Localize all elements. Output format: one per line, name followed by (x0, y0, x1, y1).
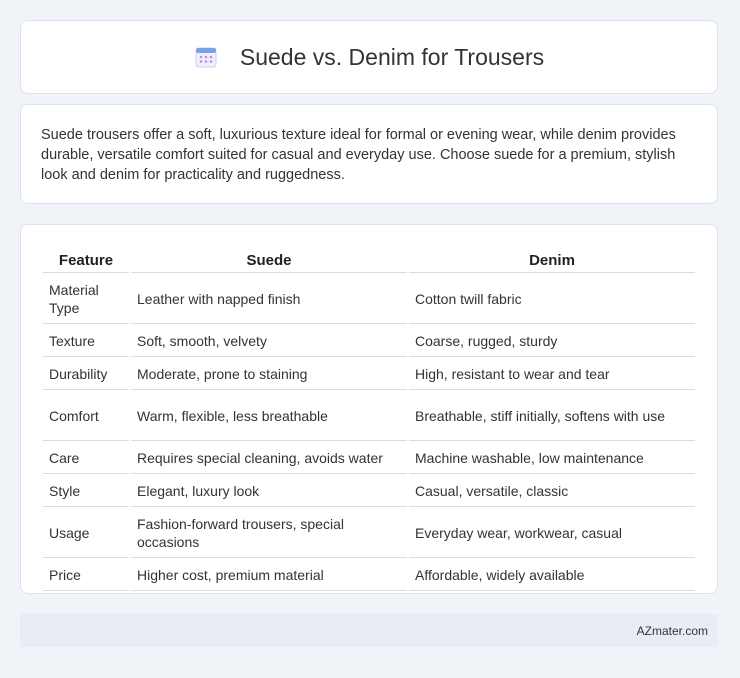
feature-cell: Style (43, 476, 129, 507)
suede-cell: Fashion-forward trousers, special occasi… (131, 509, 407, 558)
header-denim: Denim (409, 247, 695, 273)
denim-cell: Machine washable, low maintenance (409, 443, 695, 474)
table-row: Style Elegant, luxury look Casual, versa… (43, 476, 695, 507)
table-row: Comfort Warm, flexible, less breathable … (43, 392, 695, 441)
suede-cell: Requires special cleaning, avoids water (131, 443, 407, 474)
comparison-card: Feature Suede Denim Material Type Leathe… (20, 224, 718, 594)
feature-cell: Price (43, 560, 129, 591)
header-feature: Feature (43, 247, 129, 273)
suede-cell: Warm, flexible, less breathable (131, 392, 407, 441)
denim-cell: Everyday wear, workwear, casual (409, 509, 695, 558)
denim-cell: Coarse, rugged, sturdy (409, 326, 695, 357)
table-row: Durability Moderate, prone to staining H… (43, 359, 695, 390)
footer: AZmater.com (20, 614, 718, 647)
table-row: Care Requires special cleaning, avoids w… (43, 443, 695, 474)
footer-brand[interactable]: AZmater.com (637, 624, 708, 638)
intro-text: Suede trousers offer a soft, luxurious t… (41, 127, 676, 183)
table-row: Price Higher cost, premium material Affo… (43, 560, 695, 591)
table-row: Usage Fashion-forward trousers, special … (43, 509, 695, 558)
feature-cell: Texture (43, 326, 129, 357)
feature-cell: Usage (43, 509, 129, 558)
denim-cell: Breathable, stiff initially, softens wit… (409, 392, 695, 441)
denim-cell: High, resistant to wear and tear (409, 359, 695, 390)
feature-cell: Material Type (43, 275, 129, 324)
table-row: Material Type Leather with napped finish… (43, 275, 695, 324)
table-row: Texture Soft, smooth, velvety Coarse, ru… (43, 326, 695, 357)
suede-cell: Leather with napped finish (131, 275, 407, 324)
suede-cell: Elegant, luxury look (131, 476, 407, 507)
suede-cell: Higher cost, premium material (131, 560, 407, 591)
header-suede: Suede (131, 247, 407, 273)
page-title: Suede vs. Denim for Trousers (239, 43, 545, 70)
intro-card: Suede trousers offer a soft, luxurious t… (20, 104, 718, 204)
feature-cell: Care (43, 443, 129, 474)
feature-cell: Comfort (43, 392, 129, 441)
suede-cell: Moderate, prone to staining (131, 359, 407, 390)
feature-cell: Durability (43, 359, 129, 390)
title-card: Suede vs. Denim for Trousers (20, 20, 718, 94)
denim-cell: Casual, versatile, classic (409, 476, 695, 507)
comparison-table: Feature Suede Denim Material Type Leathe… (41, 245, 697, 593)
denim-cell: Affordable, widely available (409, 560, 695, 591)
calendar-icon (194, 45, 218, 69)
suede-cell: Soft, smooth, velvety (131, 326, 407, 357)
denim-cell: Cotton twill fabric (409, 275, 695, 324)
table-header-row: Feature Suede Denim (43, 247, 695, 273)
